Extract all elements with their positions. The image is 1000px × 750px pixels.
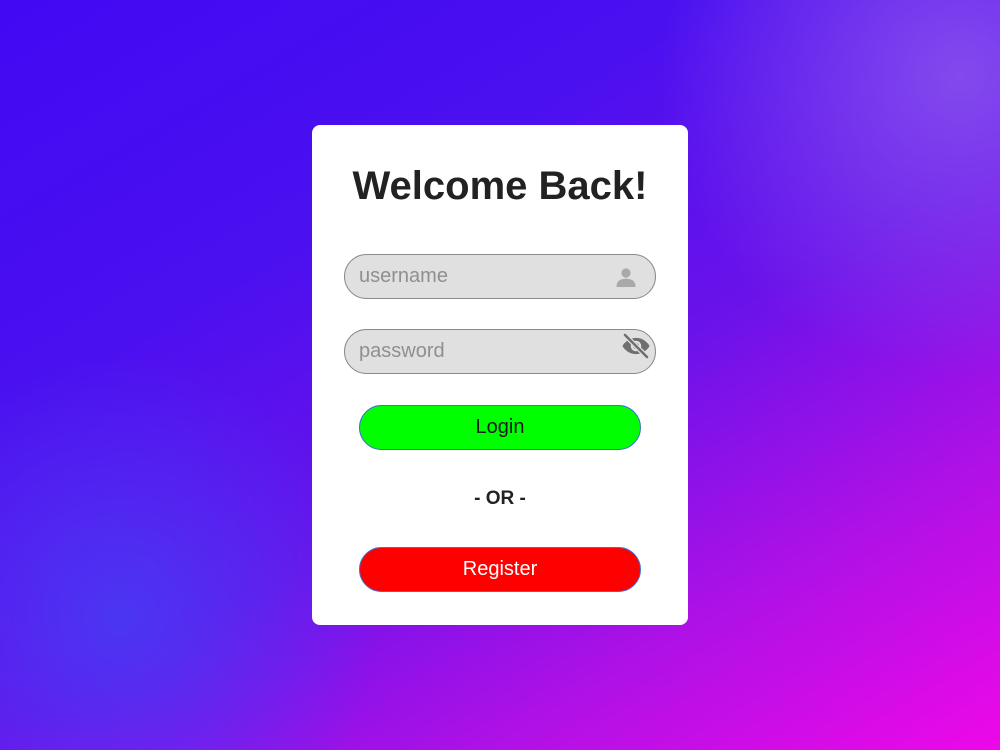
- password-input[interactable]: [359, 330, 609, 373]
- username-input[interactable]: [359, 255, 609, 298]
- register-button[interactable]: Register: [359, 547, 641, 592]
- username-field-container: [344, 254, 656, 299]
- eye-off-icon[interactable]: [621, 331, 651, 361]
- login-button[interactable]: Login: [359, 405, 641, 450]
- page-title: Welcome Back!: [352, 164, 648, 208]
- password-field-container: [344, 329, 656, 374]
- or-divider: - OR -: [474, 488, 526, 509]
- user-icon: [616, 268, 636, 287]
